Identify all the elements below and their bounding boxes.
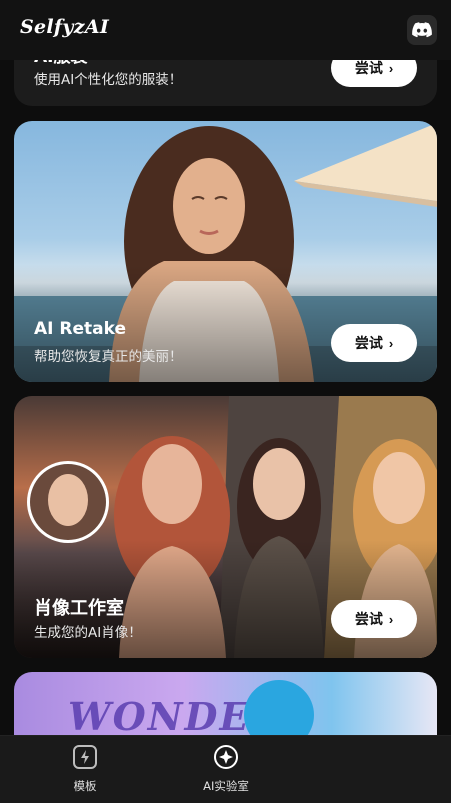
chevron-right-icon: › xyxy=(388,335,394,351)
chevron-right-icon: › xyxy=(388,611,394,627)
template-lightning-icon xyxy=(73,745,97,769)
ai-lab-plus-icon xyxy=(214,745,238,769)
card-subtitle: 生成您的AI肖像！ xyxy=(34,625,142,641)
card-subtitle: 帮助您恢复真正的美丽！ xyxy=(34,349,183,365)
try-button[interactable]: 尝试 › xyxy=(331,324,417,362)
card-title: AI Retake xyxy=(34,319,126,339)
try-button[interactable]: 尝试 › xyxy=(331,600,417,638)
app-logo: SelfyzAI xyxy=(20,16,110,38)
discord-button[interactable] xyxy=(407,15,437,45)
chevron-right-icon: › xyxy=(388,60,394,76)
try-button-label: 尝试 xyxy=(354,611,383,627)
try-button-label: 尝试 xyxy=(354,335,383,351)
ai-retake-card[interactable]: AI Retake 帮助您恢复真正的美丽！ 尝试 › xyxy=(14,121,437,382)
bottom-tab-bar: 模板 AI实验室 xyxy=(0,735,451,803)
tab-ai-lab[interactable]: AI实验室 xyxy=(186,744,266,794)
tab-label: AI实验室 xyxy=(203,779,249,793)
portrait-studio-card[interactable]: 肖像工作室 生成您的AI肖像！ 尝试 › xyxy=(14,396,437,658)
app-header: SelfyzAI xyxy=(0,0,451,60)
discord-icon xyxy=(412,22,432,38)
tab-templates[interactable]: 模板 xyxy=(45,744,125,794)
card-subtitle: 使用AI个性化您的服装！ xyxy=(34,72,183,88)
try-button-label: 尝试 xyxy=(354,60,383,76)
card-title: 肖像工作室 xyxy=(34,598,124,619)
tab-label: 模板 xyxy=(73,779,97,793)
